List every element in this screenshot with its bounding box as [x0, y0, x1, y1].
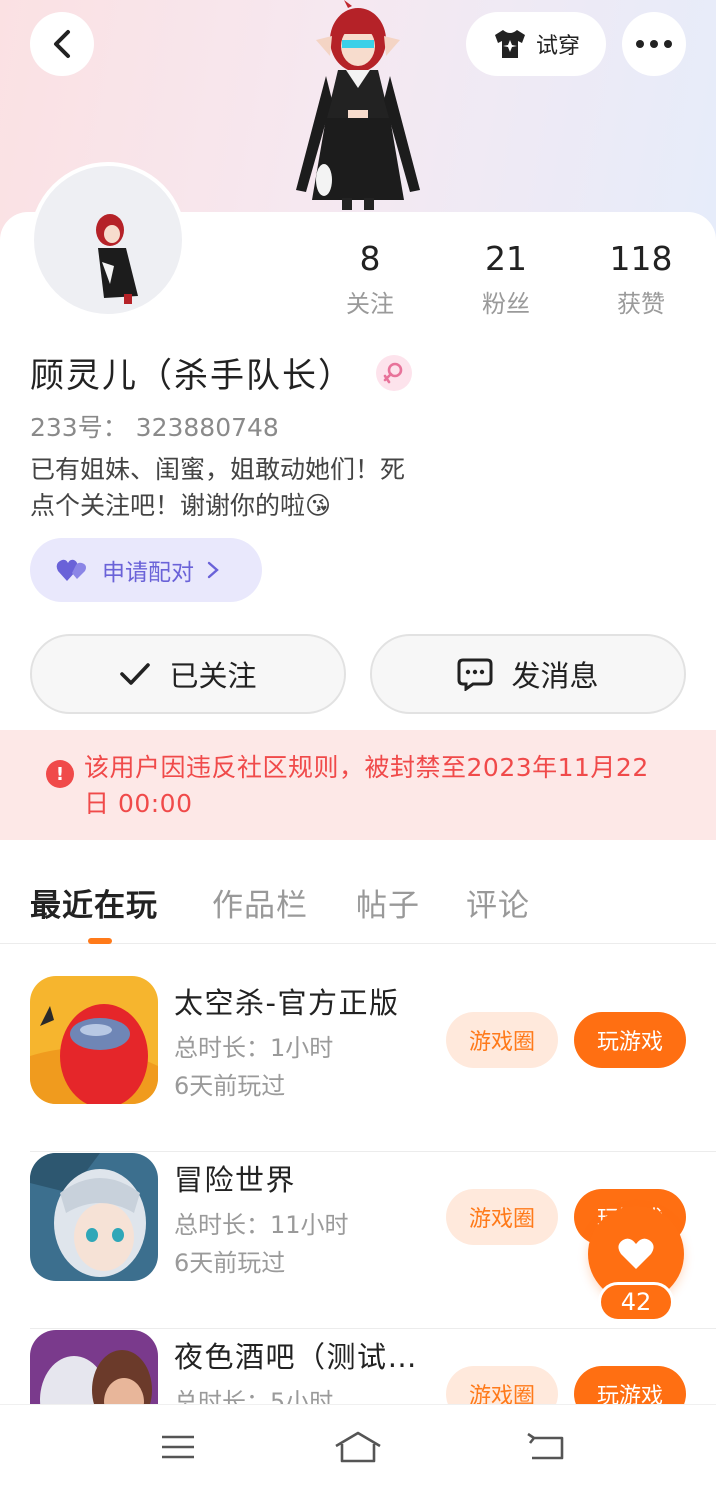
- back-arrow-icon: [54, 30, 70, 58]
- user-name: 顾灵儿（杀手队长）: [30, 356, 354, 396]
- chat-bubble-icon: [457, 658, 493, 691]
- tab-recent-played[interactable]: 最近在玩: [30, 880, 158, 925]
- likes-count: 118: [609, 239, 673, 278]
- following-count: 8: [359, 239, 381, 278]
- game-icon: [30, 976, 158, 1104]
- game-duration: 总时长：1小时: [174, 1034, 334, 1062]
- request-pair-label: 申请配对: [102, 560, 194, 586]
- name-row: 顾灵儿（杀手队长）: [30, 348, 412, 397]
- more-dots-icon: [636, 40, 672, 48]
- send-message-label: 发消息: [511, 659, 599, 693]
- system-navigation-bar: [0, 1404, 716, 1488]
- send-message-button[interactable]: 发消息: [370, 634, 686, 714]
- tab-comments[interactable]: 评论: [466, 880, 530, 925]
- followed-button[interactable]: 已关注: [30, 634, 346, 714]
- game-title: 冒险世界: [174, 1163, 297, 1197]
- stat-likes[interactable]: 118 获赞: [586, 238, 696, 319]
- recent-apps-button[interactable]: [152, 1425, 204, 1469]
- female-symbol-icon: [376, 354, 412, 391]
- likes-label: 获赞: [617, 290, 665, 318]
- bio-line: 已有姐妹、闺蜜，姐敢动她们！死: [30, 455, 406, 484]
- warning-icon: !: [46, 760, 74, 788]
- game-circle-button[interactable]: 游戏圈: [446, 1189, 558, 1245]
- game-last-played: 6天前玩过: [174, 1249, 286, 1277]
- home-button[interactable]: [332, 1425, 384, 1469]
- game-circle-button[interactable]: 游戏圈: [446, 1012, 558, 1068]
- profile-tabs: 最近在玩 作品栏 帖子 评论: [0, 872, 716, 944]
- avatar-image: [96, 214, 138, 304]
- ban-notice: ! 该用户因违反社区规则，被封禁至2023年11月22 日 00:00: [0, 730, 716, 840]
- menu-lines-icon: [162, 1435, 194, 1459]
- try-on-button[interactable]: 试穿: [466, 12, 606, 76]
- stat-following[interactable]: 8 关注: [315, 238, 425, 319]
- game-duration: 总时长：11小时: [174, 1211, 349, 1239]
- tab-active-indicator: [88, 938, 112, 944]
- tab-works[interactable]: 作品栏: [212, 880, 308, 925]
- user-id: 233号： 323880748: [30, 413, 279, 442]
- chevron-right-icon: [207, 561, 219, 579]
- try-on-label: 试穿: [535, 34, 580, 59]
- followers-label: 粉丝: [482, 290, 530, 318]
- like-count-badge: 42: [598, 1282, 674, 1322]
- following-label: 关注: [346, 290, 394, 318]
- game-title: 夜色酒吧（测试…: [174, 1340, 419, 1374]
- shirt-icon: [494, 30, 525, 58]
- row-divider: [30, 1328, 716, 1329]
- followed-label: 已关注: [169, 659, 257, 693]
- game-title: 太空杀-官方正版: [174, 986, 400, 1020]
- pair-hearts-icon: [56, 559, 86, 581]
- more-options-button[interactable]: [622, 12, 686, 76]
- avatar-character-figure: [296, 0, 420, 210]
- ban-notice-line: 日 00:00: [84, 789, 193, 818]
- game-last-played: 6天前玩过: [174, 1072, 286, 1100]
- back-nav-button[interactable]: [520, 1425, 572, 1469]
- ban-notice-text: 该用户因违反社区规则，被封禁至2023年11月22 日 00:00: [84, 750, 649, 822]
- return-icon: [527, 1432, 564, 1460]
- request-pair-button[interactable]: 申请配对: [30, 538, 262, 602]
- heart-icon: [618, 1238, 654, 1269]
- user-bio: 已有姐妹、闺蜜，姐敢动她们！死 点个关注吧！谢谢你的啦😘: [30, 452, 490, 524]
- ban-notice-line: 该用户因违反社区规则，被封禁至2023年11月22: [84, 753, 649, 782]
- tab-posts[interactable]: 帖子: [356, 880, 420, 925]
- check-icon: [120, 663, 151, 685]
- row-divider: [30, 1151, 716, 1152]
- back-button[interactable]: [30, 12, 94, 76]
- game-list-item[interactable]: 太空杀-官方正版 总时长：1小时 6天前玩过 游戏圈 玩游戏: [30, 976, 716, 1152]
- avatar[interactable]: [30, 162, 186, 318]
- stat-followers[interactable]: 21 粉丝: [451, 238, 561, 319]
- bio-line: 点个关注吧！谢谢你的啦😘: [30, 491, 332, 520]
- play-game-button[interactable]: 玩游戏: [574, 1012, 686, 1068]
- game-icon: [30, 1153, 158, 1281]
- home-icon: [335, 1431, 381, 1463]
- followers-count: 21: [485, 239, 527, 278]
